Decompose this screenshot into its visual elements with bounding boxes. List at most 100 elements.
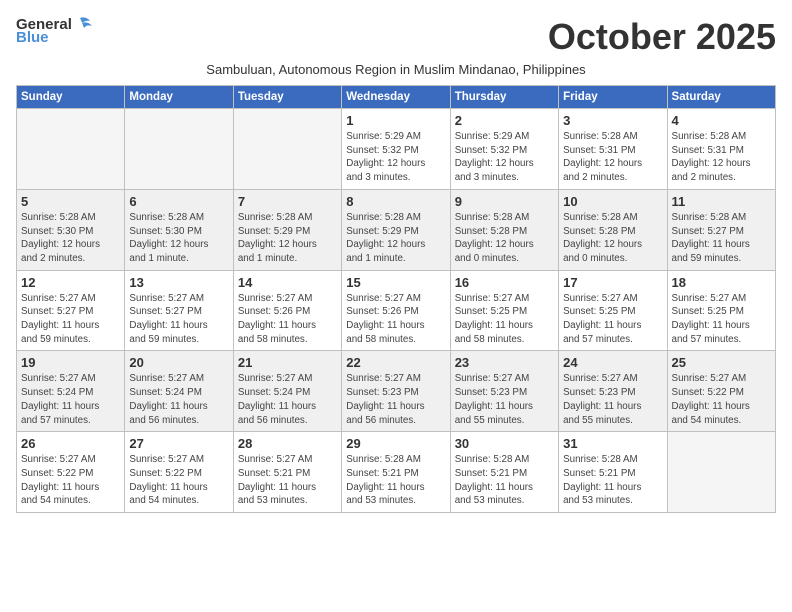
day-number: 19 xyxy=(21,355,120,370)
calendar-cell: 14Sunrise: 5:27 AMSunset: 5:26 PMDayligh… xyxy=(233,270,341,351)
day-info: Sunrise: 5:28 AMSunset: 5:31 PMDaylight:… xyxy=(672,130,771,185)
day-number: 12 xyxy=(21,275,120,290)
day-number: 23 xyxy=(455,355,554,370)
day-number: 2 xyxy=(455,113,554,128)
day-info: Sunrise: 5:27 AMSunset: 5:24 PMDaylight:… xyxy=(238,372,337,427)
logo-icon xyxy=(72,16,94,34)
day-number: 27 xyxy=(129,436,228,451)
day-info: Sunrise: 5:28 AMSunset: 5:29 PMDaylight:… xyxy=(238,211,337,266)
day-number: 7 xyxy=(238,194,337,209)
day-info: Sunrise: 5:28 AMSunset: 5:21 PMDaylight:… xyxy=(563,453,662,508)
calendar-cell: 5 Sunrise: 5:28 AMSunset: 5:30 PMDaylight… xyxy=(17,189,125,270)
calendar-cell: 9 Sunrise: 5:28 AMSunset: 5:28 PMDaylight… xyxy=(450,189,558,270)
day-info: Sunrise: 5:28 AMSunset: 5:29 PMDaylight:… xyxy=(346,211,445,266)
calendar-subtitle: Sambuluan, Autonomous Region in Muslim M… xyxy=(16,62,776,77)
day-number: 5 xyxy=(21,194,120,209)
calendar-cell: 2 Sunrise: 5:29 AMSunset: 5:32 PMDaylight… xyxy=(450,109,558,190)
day-number: 6 xyxy=(129,194,228,209)
week-row-2: 5 Sunrise: 5:28 AMSunset: 5:30 PMDaylight… xyxy=(17,189,776,270)
calendar-cell: 30Sunrise: 5:28 AMSunset: 5:21 PMDayligh… xyxy=(450,432,558,513)
calendar-cell xyxy=(667,432,775,513)
calendar-cell: 22 Sunrise: 5:27 AMSunset: 5:23 PMDayligh… xyxy=(342,351,450,432)
day-number: 25 xyxy=(672,355,771,370)
day-info: Sunrise: 5:28 AMSunset: 5:28 PMDaylight:… xyxy=(563,211,662,266)
day-number: 1 xyxy=(346,113,445,128)
day-number: 17 xyxy=(563,275,662,290)
day-number: 10 xyxy=(563,194,662,209)
calendar-cell: 20Sunrise: 5:27 AMSunset: 5:24 PMDayligh… xyxy=(125,351,233,432)
day-number: 4 xyxy=(672,113,771,128)
day-info: Sunrise: 5:28 AMSunset: 5:30 PMDaylight:… xyxy=(21,211,120,266)
day-info: Sunrise: 5:28 AMSunset: 5:30 PMDaylight:… xyxy=(129,211,228,266)
day-number: 26 xyxy=(21,436,120,451)
day-number: 28 xyxy=(238,436,337,451)
day-number: 16 xyxy=(455,275,554,290)
page-header: General Blue October 2025 xyxy=(16,16,776,58)
day-number: 29 xyxy=(346,436,445,451)
calendar-cell xyxy=(17,109,125,190)
day-header-thursday: Thursday xyxy=(450,86,558,109)
day-info: Sunrise: 5:28 AMSunset: 5:28 PMDaylight:… xyxy=(455,211,554,266)
day-info: Sunrise: 5:27 AMSunset: 5:21 PMDaylight:… xyxy=(238,453,337,508)
day-number: 9 xyxy=(455,194,554,209)
day-info: Sunrise: 5:28 AMSunset: 5:21 PMDaylight:… xyxy=(346,453,445,508)
week-row-3: 12 Sunrise: 5:27 AMSunset: 5:27 PMDayligh… xyxy=(17,270,776,351)
day-number: 31 xyxy=(563,436,662,451)
logo: General Blue xyxy=(16,16,94,47)
day-header-monday: Monday xyxy=(125,86,233,109)
day-info: Sunrise: 5:27 AMSunset: 5:25 PMDaylight:… xyxy=(672,292,771,347)
calendar-cell: 13 Sunrise: 5:27 AMSunset: 5:27 PMDayligh… xyxy=(125,270,233,351)
day-info: Sunrise: 5:29 AMSunset: 5:32 PMDaylight:… xyxy=(455,130,554,185)
week-row-1: 1 Sunrise: 5:29 AMSunset: 5:32 PMDaylight… xyxy=(17,109,776,190)
day-number: 30 xyxy=(455,436,554,451)
week-row-5: 26 Sunrise: 5:27 AMSunset: 5:22 PMDayligh… xyxy=(17,432,776,513)
day-header-wednesday: Wednesday xyxy=(342,86,450,109)
calendar-cell: 11Sunrise: 5:28 AMSunset: 5:27 PMDayligh… xyxy=(667,189,775,270)
day-info: Sunrise: 5:27 AMSunset: 5:24 PMDaylight:… xyxy=(21,372,120,427)
day-info: Sunrise: 5:28 AMSunset: 5:27 PMDaylight:… xyxy=(672,211,771,266)
calendar-cell: 10 Sunrise: 5:28 AMSunset: 5:28 PMDayligh… xyxy=(559,189,667,270)
day-number: 18 xyxy=(672,275,771,290)
day-info: Sunrise: 5:27 AMSunset: 5:27 PMDaylight:… xyxy=(21,292,120,347)
day-number: 8 xyxy=(346,194,445,209)
calendar-cell xyxy=(125,109,233,190)
calendar-cell: 26 Sunrise: 5:27 AMSunset: 5:22 PMDayligh… xyxy=(17,432,125,513)
calendar-cell xyxy=(233,109,341,190)
calendar-cell: 28 Sunrise: 5:27 AMSunset: 5:21 PMDayligh… xyxy=(233,432,341,513)
calendar-cell: 12 Sunrise: 5:27 AMSunset: 5:27 PMDayligh… xyxy=(17,270,125,351)
calendar-cell: 8 Sunrise: 5:28 AMSunset: 5:29 PMDaylight… xyxy=(342,189,450,270)
calendar-cell: 7 Sunrise: 5:28 AMSunset: 5:29 PMDaylight… xyxy=(233,189,341,270)
calendar-cell: 27 Sunrise: 5:27 AMSunset: 5:22 PMDayligh… xyxy=(125,432,233,513)
calendar-cell: 24 Sunrise: 5:27 AMSunset: 5:23 PMDayligh… xyxy=(559,351,667,432)
day-number: 13 xyxy=(129,275,228,290)
day-number: 21 xyxy=(238,355,337,370)
day-number: 24 xyxy=(563,355,662,370)
day-header-saturday: Saturday xyxy=(667,86,775,109)
calendar-cell: 3 Sunrise: 5:28 AMSunset: 5:31 PMDaylight… xyxy=(559,109,667,190)
day-info: Sunrise: 5:27 AMSunset: 5:26 PMDaylight:… xyxy=(238,292,337,347)
day-info: Sunrise: 5:27 AMSunset: 5:25 PMDaylight:… xyxy=(563,292,662,347)
day-number: 3 xyxy=(563,113,662,128)
month-title: October 2025 xyxy=(548,16,776,58)
week-row-4: 19 Sunrise: 5:27 AMSunset: 5:24 PMDayligh… xyxy=(17,351,776,432)
day-info: Sunrise: 5:27 AMSunset: 5:23 PMDaylight:… xyxy=(346,372,445,427)
day-info: Sunrise: 5:27 AMSunset: 5:24 PMDaylight:… xyxy=(129,372,228,427)
calendar-cell: 1 Sunrise: 5:29 AMSunset: 5:32 PMDaylight… xyxy=(342,109,450,190)
day-info: Sunrise: 5:27 AMSunset: 5:22 PMDaylight:… xyxy=(129,453,228,508)
calendar-cell: 31 Sunrise: 5:28 AMSunset: 5:21 PMDayligh… xyxy=(559,432,667,513)
calendar-table: SundayMondayTuesdayWednesdayThursdayFrid… xyxy=(16,85,776,513)
day-header-friday: Friday xyxy=(559,86,667,109)
calendar-cell: 6 Sunrise: 5:28 AMSunset: 5:30 PMDaylight… xyxy=(125,189,233,270)
day-info: Sunrise: 5:27 AMSunset: 5:22 PMDaylight:… xyxy=(21,453,120,508)
day-info: Sunrise: 5:28 AMSunset: 5:31 PMDaylight:… xyxy=(563,130,662,185)
day-info: Sunrise: 5:29 AMSunset: 5:32 PMDaylight:… xyxy=(346,130,445,185)
day-info: Sunrise: 5:27 AMSunset: 5:22 PMDaylight:… xyxy=(672,372,771,427)
day-number: 15 xyxy=(346,275,445,290)
day-number: 22 xyxy=(346,355,445,370)
day-info: Sunrise: 5:27 AMSunset: 5:23 PMDaylight:… xyxy=(563,372,662,427)
day-info: Sunrise: 5:27 AMSunset: 5:25 PMDaylight:… xyxy=(455,292,554,347)
day-info: Sunrise: 5:27 AMSunset: 5:27 PMDaylight:… xyxy=(129,292,228,347)
calendar-cell: 29 Sunrise: 5:28 AMSunset: 5:21 PMDayligh… xyxy=(342,432,450,513)
day-header-tuesday: Tuesday xyxy=(233,86,341,109)
calendar-cell: 25 Sunrise: 5:27 AMSunset: 5:22 PMDayligh… xyxy=(667,351,775,432)
